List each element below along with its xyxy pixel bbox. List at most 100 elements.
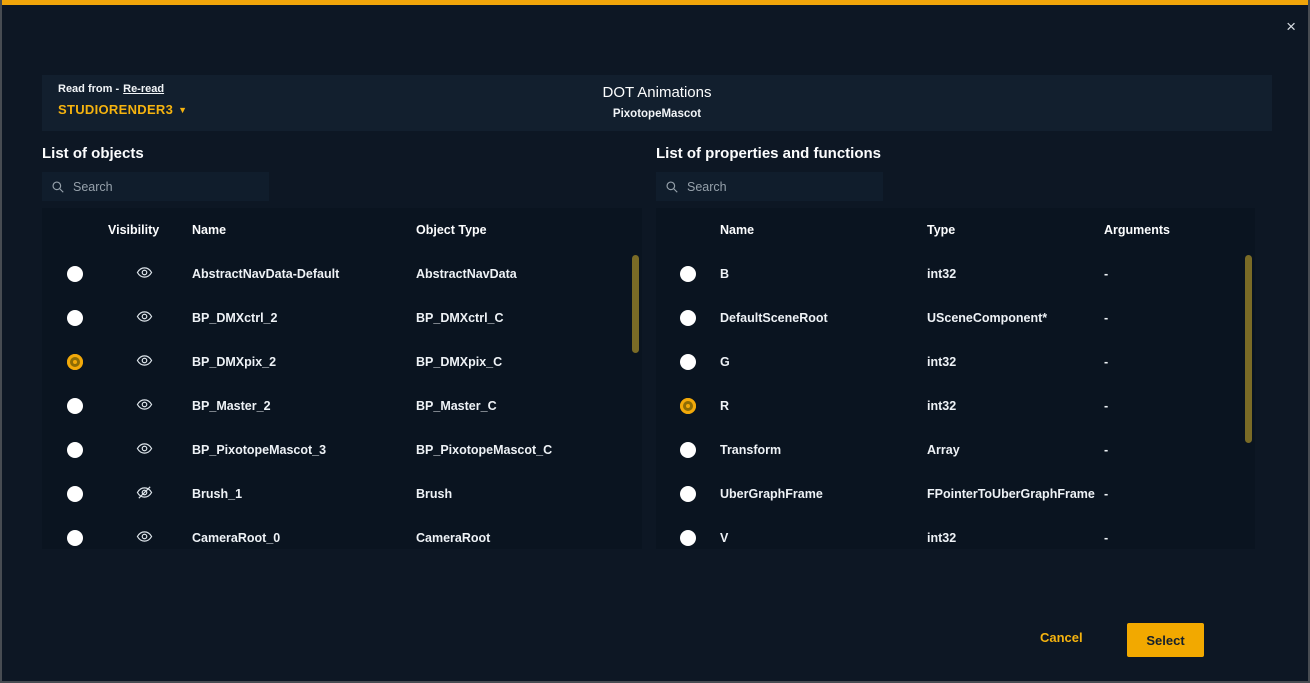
objects-table: Visibility Name Object Type AbstractNavD…: [42, 208, 642, 549]
object-row[interactable]: BP_DMXpix_2BP_DMXpix_C: [42, 340, 642, 384]
property-row[interactable]: Rint32-: [656, 384, 1255, 428]
property-row[interactable]: TransformArray-: [656, 428, 1255, 472]
row-radio[interactable]: [680, 442, 696, 458]
reread-link[interactable]: Re-read: [123, 83, 164, 95]
property-row[interactable]: Gint32-: [656, 340, 1255, 384]
property-type: int32: [927, 355, 1104, 369]
dialog-header: Read from - Re-read STUDIORENDER3 ▼ DOT An…: [42, 75, 1272, 131]
row-radio[interactable]: [680, 530, 696, 546]
object-row[interactable]: BP_DMXctrl_2BP_DMXctrl_C: [42, 296, 642, 340]
property-type: int32: [927, 267, 1104, 281]
property-name: G: [720, 355, 927, 369]
object-name: BP_DMXpix_2: [192, 355, 416, 369]
row-radio[interactable]: [67, 266, 83, 282]
search-icon: [665, 180, 679, 194]
objects-search[interactable]: [42, 172, 269, 201]
row-radio[interactable]: [67, 310, 83, 326]
dot-animations-dialog: × Read from - Re-read STUDIORENDER3 ▼ DOT …: [0, 0, 1310, 683]
object-row[interactable]: AbstractNavData-DefaultAbstractNavData: [42, 252, 642, 296]
row-radio[interactable]: [67, 398, 83, 414]
object-type: Brush: [416, 487, 642, 501]
property-type: int32: [927, 531, 1104, 545]
property-type: Array: [927, 443, 1104, 457]
property-row[interactable]: DefaultSceneRootUSceneComponent*-: [656, 296, 1255, 340]
visibility-on-icon[interactable]: [136, 264, 153, 281]
property-name: B: [720, 267, 927, 281]
object-row[interactable]: Brush_1Brush: [42, 472, 642, 516]
row-radio[interactable]: [67, 442, 83, 458]
object-type: CameraRoot: [416, 531, 642, 545]
property-arguments: -: [1104, 531, 1255, 545]
row-radio[interactable]: [680, 398, 696, 414]
visibility-on-icon[interactable]: [136, 396, 153, 413]
property-row[interactable]: Vint32-: [656, 516, 1255, 549]
properties-scrollbar[interactable]: [1245, 255, 1252, 443]
row-radio[interactable]: [680, 354, 696, 370]
visibility-on-icon[interactable]: [136, 308, 153, 325]
source-dropdown-label: STUDIORENDER3: [58, 102, 173, 117]
property-name: DefaultSceneRoot: [720, 311, 927, 325]
object-type: BP_PixotopeMascot_C: [416, 443, 642, 457]
object-row[interactable]: BP_Master_2BP_Master_C: [42, 384, 642, 428]
object-name: BP_Master_2: [192, 399, 416, 413]
property-row[interactable]: Bint32-: [656, 252, 1255, 296]
property-row[interactable]: UberGraphFrameFPointerToUberGraphFrame-: [656, 472, 1255, 516]
object-type: BP_Master_C: [416, 399, 642, 413]
object-type: BP_DMXpix_C: [416, 355, 642, 369]
object-row[interactable]: BP_PixotopeMascot_3BP_PixotopeMascot_C: [42, 428, 642, 472]
property-arguments: -: [1104, 399, 1255, 413]
objects-panel-title: List of objects: [42, 145, 144, 162]
visibility-off-icon[interactable]: [136, 484, 153, 501]
objects-search-input[interactable]: [73, 180, 260, 194]
property-name: R: [720, 399, 927, 413]
property-arguments: -: [1104, 355, 1255, 369]
object-name: Brush_1: [192, 487, 416, 501]
close-icon[interactable]: ×: [1286, 18, 1296, 35]
search-icon: [51, 180, 65, 194]
read-from-section: Read from - Re-read STUDIORENDER3 ▼: [58, 83, 187, 117]
object-name: BP_DMXctrl_2: [192, 311, 416, 325]
top-accent-bar: [2, 0, 1308, 5]
column-header-arguments: Arguments: [1104, 223, 1255, 237]
property-arguments: -: [1104, 443, 1255, 457]
object-row[interactable]: CameraRoot_0CameraRoot: [42, 516, 642, 549]
properties-table: Name Type Arguments Bint32-DefaultSceneR…: [656, 208, 1255, 549]
property-arguments: -: [1104, 267, 1255, 281]
row-radio[interactable]: [67, 530, 83, 546]
row-radio[interactable]: [67, 354, 83, 370]
dialog-title: DOT Animations: [42, 84, 1272, 101]
row-radio[interactable]: [67, 486, 83, 502]
properties-search[interactable]: [656, 172, 883, 201]
property-type: int32: [927, 399, 1104, 413]
visibility-on-icon[interactable]: [136, 440, 153, 457]
column-header-name: Name: [192, 223, 416, 237]
column-header-type: Type: [927, 223, 1104, 237]
object-name: AbstractNavData-Default: [192, 267, 416, 281]
visibility-on-icon[interactable]: [136, 352, 153, 369]
dialog-subtitle: PixotopeMascot: [42, 108, 1272, 120]
property-type: FPointerToUberGraphFrame: [927, 487, 1104, 501]
properties-panel-title: List of properties and functions: [656, 145, 881, 162]
property-arguments: -: [1104, 311, 1255, 325]
object-type: AbstractNavData: [416, 267, 642, 281]
objects-table-header: Visibility Name Object Type: [42, 208, 642, 252]
property-arguments: -: [1104, 487, 1255, 501]
chevron-down-icon: ▼: [178, 105, 187, 115]
read-from-label: Read from -: [58, 83, 119, 95]
properties-table-header: Name Type Arguments: [656, 208, 1255, 252]
object-name: CameraRoot_0: [192, 531, 416, 545]
objects-scrollbar[interactable]: [632, 255, 639, 353]
row-radio[interactable]: [680, 310, 696, 326]
property-name: Transform: [720, 443, 927, 457]
properties-search-input[interactable]: [687, 180, 874, 194]
object-name: BP_PixotopeMascot_3: [192, 443, 416, 457]
row-radio[interactable]: [680, 486, 696, 502]
property-type: USceneComponent*: [927, 311, 1104, 325]
visibility-on-icon[interactable]: [136, 528, 153, 545]
row-radio[interactable]: [680, 266, 696, 282]
column-header-object-type: Object Type: [416, 223, 642, 237]
cancel-button[interactable]: Cancel: [1040, 630, 1083, 645]
select-button[interactable]: Select: [1127, 623, 1204, 657]
source-dropdown[interactable]: STUDIORENDER3 ▼: [58, 102, 187, 117]
object-type: BP_DMXctrl_C: [416, 311, 642, 325]
